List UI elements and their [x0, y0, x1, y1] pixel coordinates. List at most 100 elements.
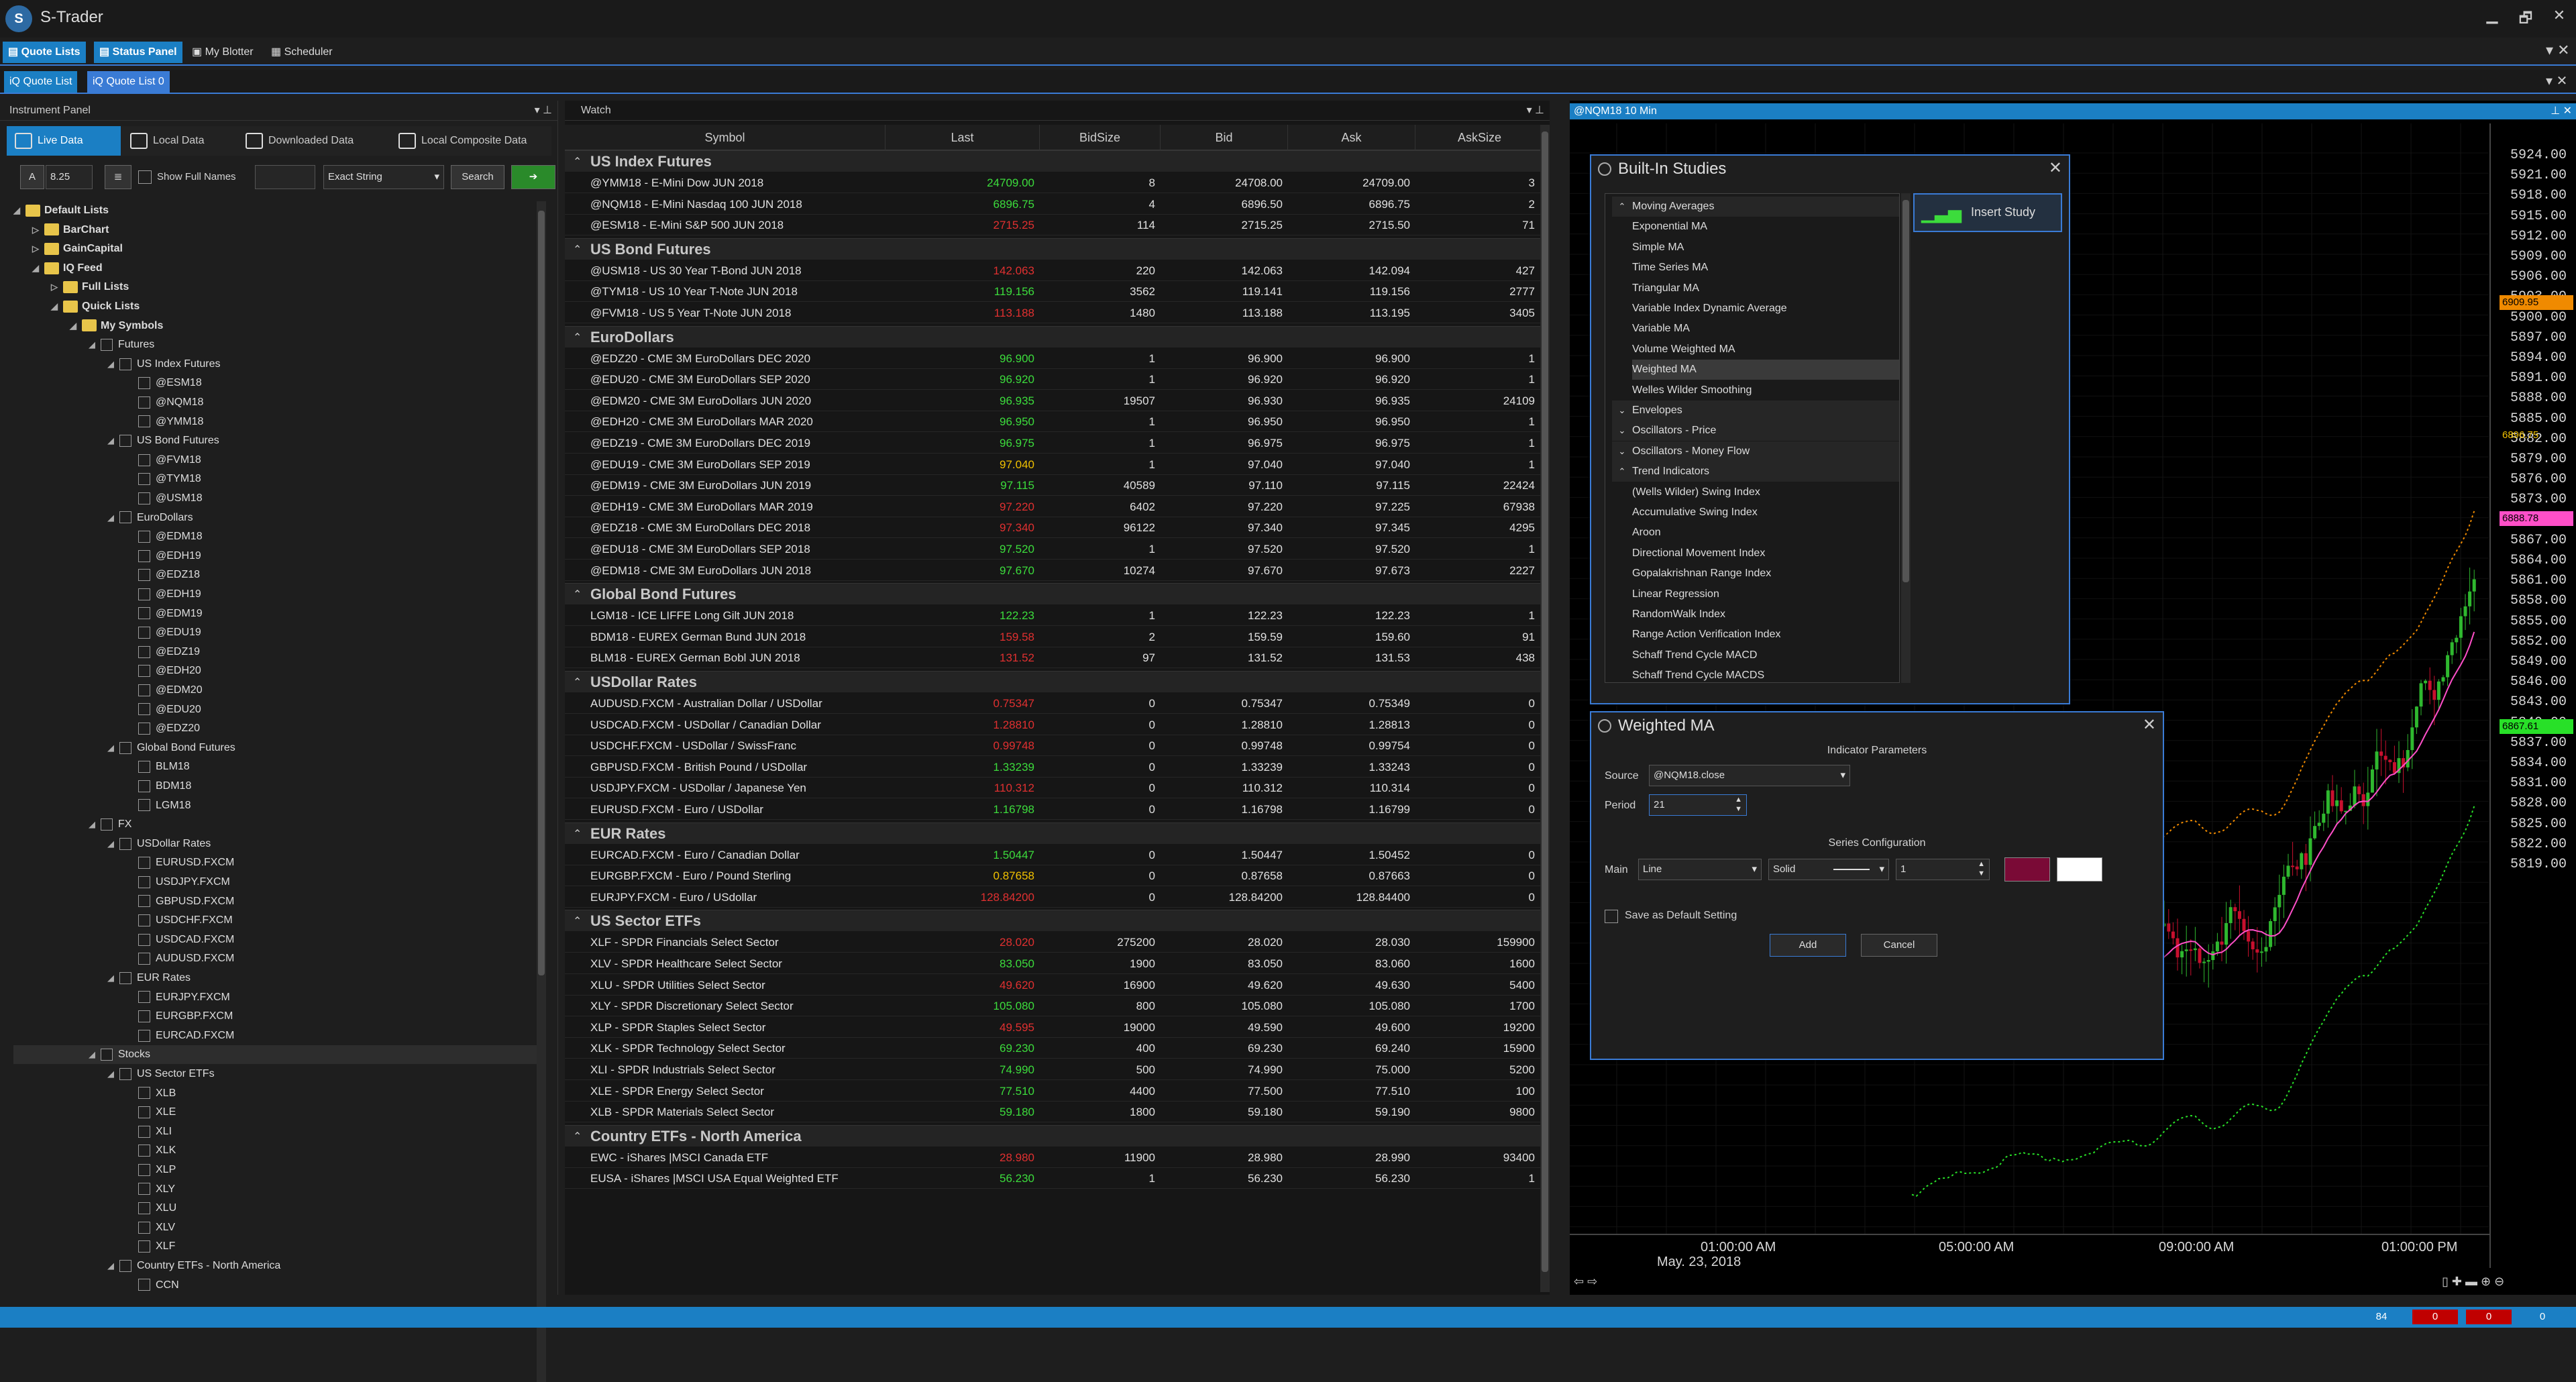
group-header[interactable]: ⌃ EUR Rates	[565, 822, 1544, 844]
expand-arrow-icon[interactable]: ◢	[32, 259, 44, 278]
status-panel-button[interactable]: ▤ Status Panel	[94, 42, 182, 63]
study-item[interactable]: Simple MA	[1632, 237, 1899, 258]
tree-node[interactable]: ◢ EuroDollars	[107, 509, 193, 527]
tree-checkbox[interactable]	[138, 1183, 150, 1195]
tree-checkbox[interactable]	[138, 799, 150, 812]
expand-arrow-icon[interactable]: ◢	[107, 1257, 119, 1275]
tree-checkbox[interactable]	[138, 1010, 150, 1022]
go-arrow-icon[interactable]: ➔	[511, 165, 555, 189]
tree-checkbox[interactable]	[138, 933, 150, 946]
tree-node[interactable]: ◢ Stocks	[13, 1045, 537, 1065]
table-row[interactable]: @EDU20 - CME 3M EuroDollars SEP 2020 96.9…	[565, 369, 1544, 390]
study-item[interactable]: Linear Regression	[1632, 584, 1899, 604]
study-item[interactable]: Accumulative Swing Index	[1632, 502, 1899, 523]
tree-node[interactable]: @TYM18	[126, 470, 201, 488]
study-category[interactable]: ⌄ Oscillators - Money Flow	[1612, 441, 1899, 462]
tree-node[interactable]: @EDH20	[126, 661, 201, 680]
tree-node[interactable]: BLM18	[126, 757, 190, 776]
table-row[interactable]: EUSA - iShares |MSCI USA Equal Weighted …	[565, 1168, 1544, 1189]
toolbar-menu-icon[interactable]: ▾ ✕	[2546, 42, 2570, 59]
watch-scrollbar[interactable]	[1540, 125, 1550, 1292]
chevron-up-icon[interactable]: ⌃	[1612, 462, 1632, 482]
tree-node[interactable]: ◢ My Symbols	[70, 317, 163, 335]
tree-node[interactable]: ◢ EUR Rates	[107, 969, 191, 988]
tree-node[interactable]: USDCHF.FXCM	[126, 911, 233, 930]
search-input[interactable]	[255, 165, 315, 189]
col-bid[interactable]: Bid	[1161, 125, 1288, 150]
study-list-scrollbar[interactable]	[1901, 193, 1911, 683]
tree-node[interactable]: ◢ Quick Lists	[51, 297, 140, 316]
tree-checkbox[interactable]	[138, 1087, 150, 1100]
tree-node[interactable]: LGM18	[126, 796, 191, 815]
table-row[interactable]: @EDZ19 - CME 3M EuroDollars DEC 2019 96.9…	[565, 433, 1544, 454]
tree-checkbox[interactable]	[138, 1279, 150, 1291]
table-row[interactable]: @EDH20 - CME 3M EuroDollars MAR 2020 96.9…	[565, 411, 1544, 433]
tree-checkbox[interactable]	[119, 1259, 131, 1272]
tree-checkbox[interactable]	[138, 549, 150, 562]
tree-scrollbar[interactable]	[537, 201, 546, 1382]
tab-quote-list[interactable]: iQ Quote List	[4, 71, 78, 93]
study-item[interactable]: Triangular MA	[1632, 278, 1899, 299]
tree-checkbox[interactable]	[138, 914, 150, 926]
tree-checkbox[interactable]	[101, 338, 113, 351]
expand-arrow-icon[interactable]: ▷	[32, 240, 44, 258]
tree-checkbox[interactable]	[138, 1029, 150, 1042]
tree-checkbox[interactable]	[138, 1240, 150, 1253]
tree-checkbox[interactable]	[119, 837, 131, 850]
tree-checkbox[interactable]	[119, 971, 131, 984]
table-row[interactable]: XLY - SPDR Discretionary Select Sector 10…	[565, 996, 1544, 1017]
line-width-input[interactable]: 1 ▲ ▼	[1896, 859, 1990, 880]
study-item[interactable]: Variable Index Dynamic Average	[1632, 299, 1899, 319]
col-asksize[interactable]: AskSize	[1415, 125, 1544, 150]
group-header[interactable]: ⌃ EuroDollars	[565, 325, 1544, 348]
table-row[interactable]: BLM18 - EUREX German Bobl JUN 2018 131.52…	[565, 647, 1544, 669]
collapse-icon[interactable]: ⌃	[573, 331, 582, 344]
quote-lists-button[interactable]: ▤ Quote Lists	[3, 42, 86, 63]
table-row[interactable]: @EDM18 - CME 3M EuroDollars JUN 2018 97.6…	[565, 560, 1544, 581]
tab-local-data[interactable]: Local Data	[122, 126, 236, 156]
table-row[interactable]: @EDZ20 - CME 3M EuroDollars DEC 2020 96.9…	[565, 348, 1544, 369]
list-view-icon[interactable]: ≣	[105, 165, 131, 189]
study-category[interactable]: ⌄ Oscillators - Price	[1612, 421, 1899, 441]
table-row[interactable]: @YMM18 - E-Mini Dow JUN 2018 24709.00 8 247…	[565, 172, 1544, 193]
maximize-icon[interactable]: 🗗	[2512, 7, 2539, 32]
expand-arrow-icon[interactable]: ◢	[107, 355, 119, 374]
stepper-icon[interactable]: ▲ ▼	[1978, 859, 1985, 878]
tree-checkbox[interactable]	[138, 588, 150, 600]
stepper-icon[interactable]: ▲ ▼	[1735, 795, 1742, 814]
font-size-input[interactable]: 8.25	[46, 165, 93, 189]
tab-live-data[interactable]: Live Data	[7, 126, 121, 156]
table-row[interactable]: @TYM18 - US 10 Year T-Note JUN 2018 119.1…	[565, 281, 1544, 303]
collapse-icon[interactable]: ⌃	[573, 155, 582, 168]
search-mode-select[interactable]: Exact String ▾	[323, 165, 444, 189]
search-button[interactable]: Search	[451, 165, 504, 189]
table-row[interactable]: @EDU18 - CME 3M EuroDollars SEP 2018 97.5…	[565, 539, 1544, 560]
tree-node[interactable]: ▷ Full Lists	[51, 278, 129, 297]
tree-checkbox[interactable]	[138, 703, 150, 716]
tree-checkbox[interactable]	[138, 415, 150, 428]
table-row[interactable]: GBPUSD.FXCM - British Pound / USDollar 1.…	[565, 757, 1544, 778]
table-row[interactable]: @EDU19 - CME 3M EuroDollars SEP 2019 97.0…	[565, 454, 1544, 475]
tree-checkbox[interactable]	[138, 626, 150, 639]
tree-node[interactable]: @EDZ20	[126, 719, 200, 738]
study-category[interactable]: ⌃ Moving Averages	[1612, 197, 1899, 217]
scheduler-button[interactable]: ▦ Scheduler	[266, 42, 338, 63]
tab-local-composite-data[interactable]: Local Composite Data	[390, 126, 551, 156]
collapse-icon[interactable]: ⌃	[573, 243, 582, 256]
add-button[interactable]: Add	[1770, 934, 1846, 957]
tree-checkbox[interactable]	[138, 780, 150, 792]
study-item[interactable]: Variable MA	[1632, 319, 1899, 339]
expand-arrow-icon[interactable]: ◢	[107, 431, 119, 450]
tree-node[interactable]: XLK	[126, 1141, 176, 1160]
study-item[interactable]: Exponential MA	[1632, 217, 1899, 237]
tree-node[interactable]: EURCAD.FXCM	[126, 1026, 234, 1045]
table-row[interactable]: EURCAD.FXCM - Euro / Canadian Dollar 1.50…	[565, 845, 1544, 865]
table-row[interactable]: XLV - SPDR Healthcare Select Sector 83.05…	[565, 953, 1544, 974]
expand-arrow-icon[interactable]: ◢	[70, 317, 82, 335]
tree-node[interactable]: ▷ BarChart	[32, 221, 109, 240]
study-item[interactable]: Range Action Verification Index	[1632, 625, 1899, 645]
period-input[interactable]: 21 ▲ ▼	[1649, 794, 1747, 816]
table-row[interactable]: AUDUSD.FXCM - Australian Dollar / USDoll…	[565, 693, 1544, 714]
expand-arrow-icon[interactable]: ◢	[107, 1065, 119, 1083]
expand-arrow-icon[interactable]: ◢	[107, 969, 119, 988]
